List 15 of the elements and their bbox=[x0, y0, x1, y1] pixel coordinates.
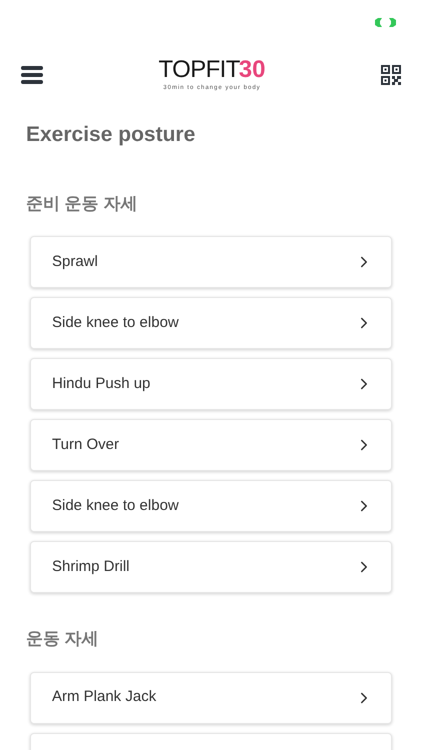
menu-button[interactable] bbox=[21, 66, 43, 84]
page-title: Exercise posture bbox=[26, 122, 196, 148]
qr-code-button[interactable] bbox=[381, 65, 401, 85]
exercise-list-item[interactable]: Side knee to elbow bbox=[30, 297, 392, 349]
exercise-list-item[interactable]: Shrimp Drill bbox=[30, 541, 392, 593]
exercise-list-item[interactable]: Arm Plank Jack bbox=[30, 672, 392, 724]
exercise-list-item[interactable]: Hindu Push up bbox=[30, 358, 392, 410]
section-heading: 운동 자세 bbox=[26, 628, 99, 650]
status-icon bbox=[375, 18, 396, 27]
exercise-list-item[interactable]: Side knee to elbow bbox=[30, 480, 392, 532]
exercise-list-item[interactable]: Sprawl bbox=[30, 236, 392, 288]
exercise-list-item[interactable]: Turn Over bbox=[30, 419, 392, 471]
qr-code-icon bbox=[381, 65, 401, 85]
logo: TOPFIT30 bbox=[158, 58, 266, 82]
section-heading: 준비 운동 자세 bbox=[26, 192, 138, 214]
